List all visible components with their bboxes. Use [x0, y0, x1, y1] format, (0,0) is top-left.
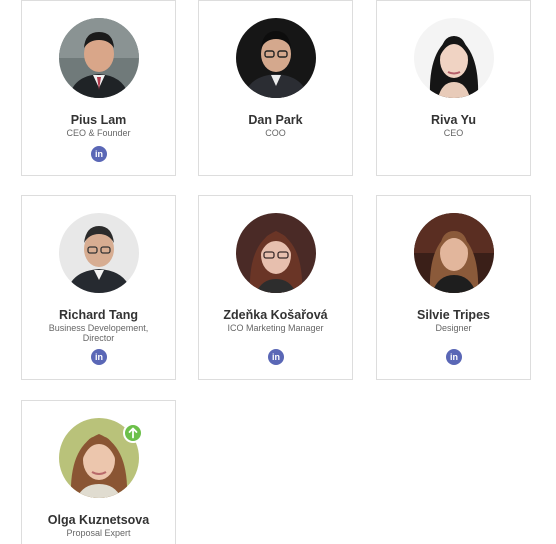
member-name: Silvie Tripes: [417, 308, 490, 322]
avatar: [236, 213, 316, 293]
team-card-dan-park: Dan Park COO: [198, 0, 353, 176]
member-name: Riva Yu: [431, 113, 476, 127]
member-name: Pius Lam: [70, 113, 127, 127]
member-role: CEO & Founder: [66, 128, 131, 138]
team-card-olga-kuznetsova: Olga Kuznetsova Proposal Expert: [21, 400, 176, 544]
avatar: [414, 213, 494, 293]
avatar: [414, 18, 494, 98]
member-role: Designer: [435, 323, 472, 333]
member-name: Zdeňka Košařová: [223, 308, 328, 322]
team-grid: Pius Lam CEO & Founder in Dan Park COO R…: [0, 0, 556, 544]
team-card-richard-tang: Richard Tang Business Developement, Dire…: [21, 195, 176, 380]
member-role: Business Developement, Director: [48, 323, 149, 343]
member-role: ICO Marketing Manager: [227, 323, 324, 333]
team-card-riva-yu: Riva Yu CEO: [376, 0, 531, 176]
linkedin-icon[interactable]: in: [446, 349, 462, 365]
avatar: [236, 18, 316, 98]
member-name: Richard Tang: [59, 308, 138, 322]
avatar: [59, 18, 139, 98]
member-name: Dan Park: [248, 113, 303, 127]
member-role: CEO: [443, 128, 464, 138]
linkedin-icon[interactable]: in: [91, 349, 107, 365]
member-role: COO: [265, 128, 286, 138]
linkedin-icon[interactable]: in: [268, 349, 284, 365]
arrow-up-icon[interactable]: [123, 423, 143, 443]
member-name: Olga Kuznetsova: [47, 513, 150, 527]
linkedin-icon[interactable]: in: [91, 146, 107, 162]
team-card-zdenka-kosarova: Zdeňka Košařová ICO Marketing Manager in: [198, 195, 353, 380]
team-card-silvie-tripes: Silvie Tripes Designer in: [376, 195, 531, 380]
avatar: [59, 213, 139, 293]
team-card-pius-lam: Pius Lam CEO & Founder in: [21, 0, 176, 176]
member-role: Proposal Expert: [66, 528, 131, 538]
